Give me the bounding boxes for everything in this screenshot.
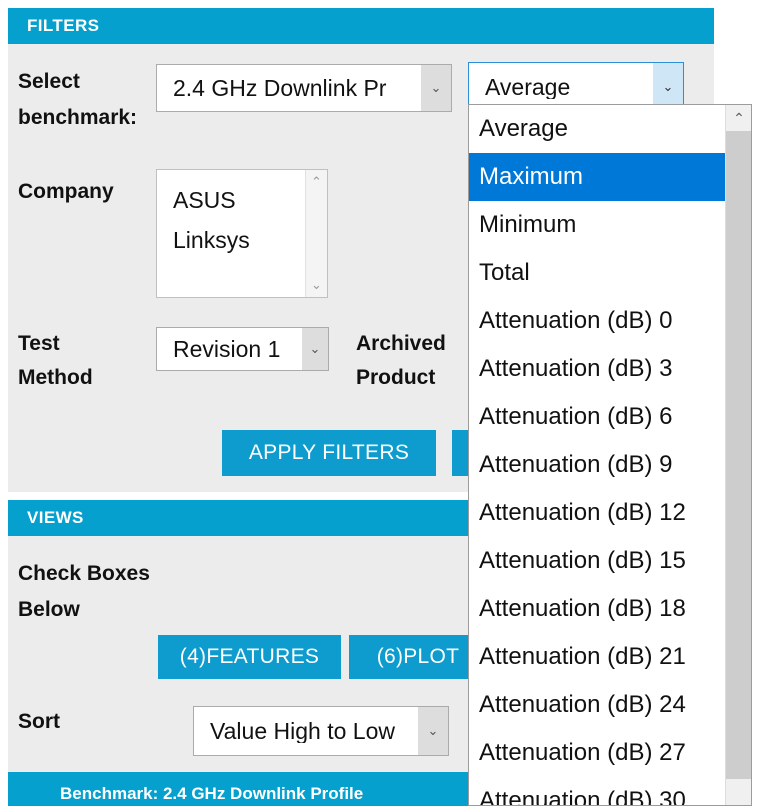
dropdown-option[interactable]: Attenuation (dB) 0: [469, 297, 725, 345]
dropdown-option[interactable]: Attenuation (dB) 15: [469, 537, 725, 585]
dropdown-option[interactable]: Attenuation (dB) 9: [469, 441, 725, 489]
metric-select-value: Average: [485, 75, 571, 99]
test-method-label: Test Method: [18, 332, 93, 389]
check-boxes-label: Check Boxes Below: [18, 562, 150, 621]
test-method-select-value: Revision 1: [173, 337, 281, 361]
plot-button[interactable]: (6)PLOT: [349, 635, 487, 679]
dropdown-option[interactable]: Total: [469, 249, 725, 297]
sort-label: Sort: [18, 710, 60, 733]
dropdown-option[interactable]: Attenuation (dB) 27: [469, 729, 725, 777]
metric-dropdown-popup[interactable]: Average Maximum Minimum Total Attenuation (d…: [468, 104, 752, 806]
scroll-down-icon[interactable]: ⌄: [311, 277, 322, 293]
metric-dropdown-options[interactable]: Average Maximum Minimum Total Attenuation (d…: [469, 105, 725, 805]
dropdown-option[interactable]: Maximum: [469, 153, 725, 201]
dropdown-option[interactable]: Average: [469, 105, 725, 153]
filters-section-header: FILTERS: [8, 8, 714, 44]
sort-select-value: Value High to Low: [210, 719, 395, 743]
scroll-up-icon[interactable]: ⌃: [726, 105, 751, 131]
dropdown-option[interactable]: Attenuation (dB) 30: [469, 777, 725, 805]
test-method-select[interactable]: Revision 1 ⌄: [156, 327, 329, 371]
benchmark-select[interactable]: 2.4 GHz Downlink Pr ⌄: [156, 64, 452, 112]
company-listbox[interactable]: ASUS Linksys ⌃ ⌄: [156, 169, 328, 298]
app-root: FILTERS Select benchmark: 2.4 GHz Downli…: [0, 0, 765, 806]
chevron-down-icon[interactable]: ⌄: [302, 328, 328, 370]
dropdown-option[interactable]: Attenuation (dB) 24: [469, 681, 725, 729]
dropdown-option[interactable]: Attenuation (dB) 18: [469, 585, 725, 633]
dropdown-option[interactable]: Attenuation (dB) 6: [469, 393, 725, 441]
apply-filters-button[interactable]: APPLY FILTERS: [222, 430, 436, 476]
metric-dropdown-scrollbar[interactable]: ⌃: [725, 105, 751, 805]
company-label: Company: [18, 180, 114, 203]
benchmark-select-value: 2.4 GHz Downlink Pr: [173, 76, 387, 100]
chevron-down-icon[interactable]: ⌄: [421, 65, 451, 111]
filters-section-title: FILTERS: [27, 16, 100, 35]
scroll-up-icon[interactable]: ⌃: [311, 174, 322, 190]
dropdown-option[interactable]: Minimum: [469, 201, 725, 249]
dropdown-option[interactable]: Attenuation (dB) 12: [469, 489, 725, 537]
features-button[interactable]: (4)FEATURES: [158, 635, 341, 679]
sort-select[interactable]: Value High to Low ⌄: [193, 706, 449, 756]
select-benchmark-label: Select benchmark:: [18, 70, 138, 129]
dropdown-option[interactable]: Attenuation (dB) 21: [469, 633, 725, 681]
views-section-title: VIEWS: [27, 508, 84, 527]
benchmark-status-text: Benchmark: 2.4 GHz Downlink Profile: [60, 784, 364, 803]
dropdown-option[interactable]: Attenuation (dB) 3: [469, 345, 725, 393]
archived-product-label: Archived Product: [356, 332, 446, 389]
company-listbox-items: ASUS Linksys: [157, 170, 305, 297]
scrollbar-thumb[interactable]: [726, 131, 751, 779]
chevron-down-icon[interactable]: ⌄: [418, 707, 448, 755]
company-listbox-scrollbar[interactable]: ⌃ ⌄: [305, 170, 327, 297]
list-item[interactable]: ASUS: [173, 180, 305, 220]
list-item[interactable]: Linksys: [173, 220, 305, 260]
